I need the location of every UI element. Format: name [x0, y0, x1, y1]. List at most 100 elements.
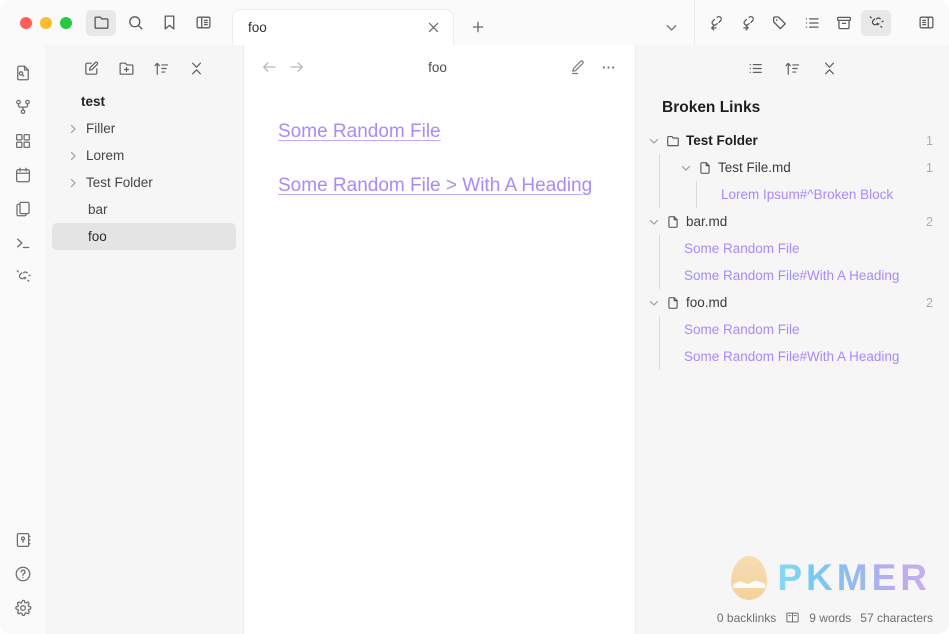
broken-links-file-test-file[interactable]: Test File.md 1 — [636, 154, 937, 181]
chevron-down-icon[interactable] — [680, 162, 692, 174]
tree-item-lorem[interactable]: Lorem — [52, 142, 236, 169]
sort-order-icon[interactable] — [784, 60, 801, 77]
settings-icon[interactable] — [9, 596, 37, 620]
close-tab-icon[interactable] — [426, 20, 441, 35]
navigate-forward-icon[interactable] — [288, 58, 306, 76]
header-left-icons — [86, 9, 218, 36]
indent-guide — [659, 316, 660, 343]
app-body: test Filler Lorem Test Folder bar foo fo… — [0, 45, 949, 634]
broken-link-label[interactable]: Some Random File — [684, 241, 800, 256]
file-explorer-pane: test Filler Lorem Test Folder bar foo — [45, 45, 244, 634]
broken-link-item[interactable]: Some Random File — [636, 316, 937, 343]
broken-links-item-label: Test Folder — [686, 133, 758, 148]
broken-link-item[interactable]: Some Random File#With A Heading — [636, 262, 937, 289]
broken-links-count: 2 — [926, 214, 933, 229]
tree-item-label: foo — [88, 229, 107, 244]
sidebar-right-toggle-icon[interactable] — [911, 10, 941, 36]
maximize-window-button[interactable] — [60, 16, 72, 29]
daily-note-icon[interactable] — [9, 163, 37, 187]
archive-icon[interactable] — [829, 10, 859, 36]
outline-icon[interactable] — [797, 10, 827, 36]
tree-item-label: Lorem — [86, 148, 125, 163]
broken-links-count: 1 — [926, 133, 933, 148]
tree-item-test-folder[interactable]: Test Folder — [52, 169, 236, 196]
broken-link-item[interactable]: Some Random File#With A Heading — [636, 343, 937, 370]
close-window-button[interactable] — [20, 16, 32, 29]
broken-links-tree: Test Folder 1 Test File.md 1 Lorem Ipsum… — [636, 127, 949, 370]
status-bar: 0 backlinks 9 words 57 characters — [711, 607, 939, 628]
broken-link-label[interactable]: Some Random File — [684, 322, 800, 337]
new-folder-icon[interactable] — [118, 60, 135, 77]
broken-links-pane: Broken Links Test Folder 1 Test File.md … — [635, 45, 949, 634]
tab-strip: foo — [232, 0, 694, 45]
broken-link-label[interactable]: Some Random File#With A Heading — [684, 268, 899, 283]
edit-mode-icon[interactable] — [569, 59, 586, 76]
tags-icon[interactable] — [765, 10, 795, 36]
list-icon[interactable] — [747, 60, 764, 77]
collapse-all-icon[interactable] — [188, 60, 205, 77]
tab-foo[interactable]: foo — [232, 9, 454, 45]
canvas-icon[interactable] — [9, 129, 37, 153]
window-controls — [0, 16, 86, 29]
minimize-window-button[interactable] — [40, 16, 52, 29]
editor-content[interactable]: Some Random File Some Random File > With… — [244, 77, 635, 227]
book-icon[interactable] — [785, 610, 800, 625]
more-options-icon[interactable] — [600, 59, 617, 76]
outgoing-links-icon[interactable] — [733, 10, 763, 36]
chevron-down-icon[interactable] — [656, 14, 686, 40]
tree-item-filler[interactable]: Filler — [52, 115, 236, 142]
tree-item-label: bar — [88, 202, 108, 217]
terminal-icon[interactable] — [9, 231, 37, 255]
chevron-down-icon[interactable] — [648, 216, 660, 228]
broken-links-icon[interactable] — [861, 9, 891, 36]
indent-guide — [659, 181, 660, 208]
tab-actions — [454, 9, 493, 45]
chevron-down-icon[interactable] — [648, 135, 660, 147]
quick-switcher-icon[interactable] — [9, 61, 37, 85]
internal-link[interactable]: Some Random File — [278, 119, 601, 145]
broken-links-count: 2 — [926, 295, 933, 310]
navigate-back-icon[interactable] — [260, 58, 278, 76]
sort-order-icon[interactable] — [153, 60, 170, 77]
chevron-down-icon[interactable] — [648, 297, 660, 309]
navigation-arrows — [260, 58, 306, 76]
broken-links-file-bar[interactable]: bar.md 2 — [636, 208, 937, 235]
chevron-right-icon[interactable] — [67, 123, 79, 135]
broken-links-icon[interactable] — [9, 265, 37, 289]
tree-item-bar[interactable]: bar — [52, 196, 236, 223]
collapse-all-icon[interactable] — [821, 60, 838, 77]
vault-switcher-icon[interactable] — [9, 528, 37, 552]
search-icon[interactable] — [120, 10, 150, 36]
new-tab-button[interactable] — [463, 14, 493, 40]
backlinks-count[interactable]: 0 backlinks — [717, 611, 776, 625]
new-note-icon[interactable] — [83, 60, 100, 77]
folder-icon[interactable] — [86, 9, 116, 36]
templates-icon[interactable] — [9, 197, 37, 221]
chevron-right-icon[interactable] — [67, 150, 79, 162]
internal-link[interactable]: Some Random File > With A Heading — [278, 173, 601, 199]
help-icon[interactable] — [9, 562, 37, 586]
right-panel-tab-icons — [695, 0, 949, 45]
indent-guide — [659, 235, 660, 262]
indent-guide — [659, 262, 660, 289]
graph-view-icon[interactable] — [9, 95, 37, 119]
bookmark-icon[interactable] — [154, 10, 184, 36]
word-count[interactable]: 9 words — [809, 611, 851, 625]
broken-links-item-label: bar.md — [686, 214, 728, 229]
broken-link-label[interactable]: Some Random File#With A Heading — [684, 349, 899, 364]
broken-link-label[interactable]: Lorem Ipsum#^Broken Block — [721, 187, 893, 202]
tree-item-label: Filler — [86, 121, 116, 136]
file-icon — [666, 296, 680, 310]
chevron-right-icon[interactable] — [67, 177, 79, 189]
file-icon — [666, 215, 680, 229]
ribbon-sidebar — [0, 45, 45, 634]
character-count[interactable]: 57 characters — [860, 611, 933, 625]
sidebar-left-toggle-icon[interactable] — [188, 10, 218, 36]
broken-link-item[interactable]: Lorem Ipsum#^Broken Block — [636, 181, 937, 208]
backlinks-icon[interactable] — [701, 10, 731, 36]
indent-guide — [696, 181, 697, 208]
broken-link-item[interactable]: Some Random File — [636, 235, 937, 262]
broken-links-file-foo[interactable]: foo.md 2 — [636, 289, 937, 316]
tree-item-foo[interactable]: foo — [52, 223, 236, 250]
broken-links-folder-test-folder[interactable]: Test Folder 1 — [636, 127, 937, 154]
